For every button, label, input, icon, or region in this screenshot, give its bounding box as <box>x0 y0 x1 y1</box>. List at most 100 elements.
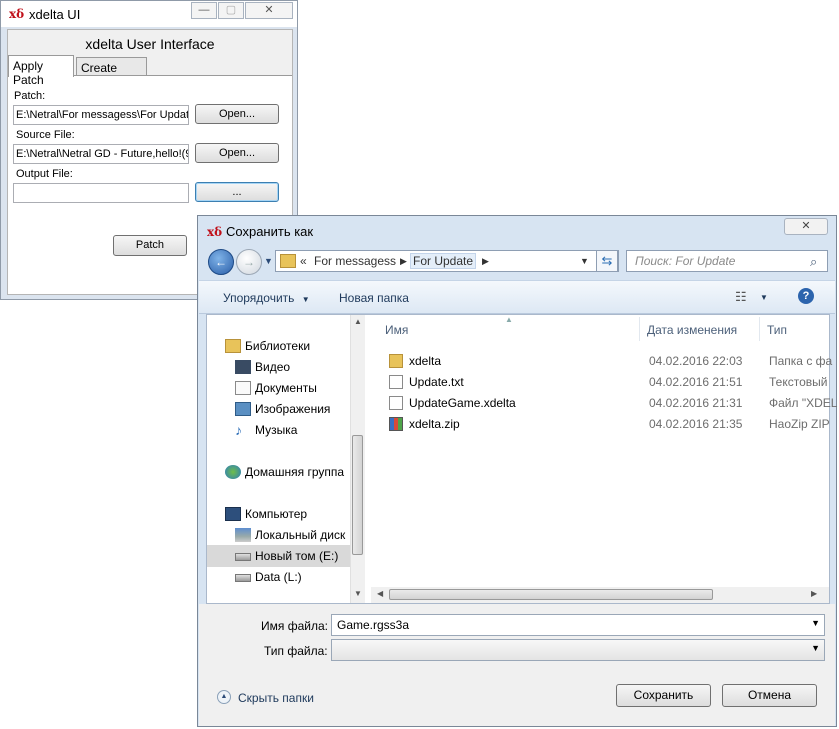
view-options-icon[interactable]: ☷ <box>735 289 747 305</box>
column-header-name[interactable]: Имя <box>385 323 408 337</box>
file-type: Папка с фа <box>769 354 833 368</box>
file-row[interactable]: Update.txt 04.02.2016 21:51 Текстовый <box>381 372 831 392</box>
breadcrumb-chevron-icon[interactable]: ▶ <box>400 256 407 267</box>
nav-label: Документы <box>255 381 317 395</box>
output-browse-button[interactable]: ... <box>195 182 279 202</box>
patch-button[interactable]: Patch <box>113 235 187 256</box>
source-file-label: Source File: <box>16 129 75 141</box>
nav-label: Data (L:) <box>255 570 302 584</box>
dialog-bottom-area: Имя файла: Game.rgss3a ▼ Тип файла: ▼ ▲ … <box>199 604 835 726</box>
hscroll-thumb[interactable] <box>389 589 713 600</box>
filetype-select[interactable]: ▼ <box>331 639 825 661</box>
drive-icon <box>235 553 251 561</box>
maximize-button[interactable]: ▢ <box>218 2 244 19</box>
output-file-field[interactable] <box>13 183 189 203</box>
view-chevron-down-icon[interactable]: ▼ <box>760 293 768 302</box>
nav-label: Домашняя группа <box>245 465 345 479</box>
file-date: 04.02.2016 21:31 <box>649 396 743 410</box>
file-list-hscrollbar[interactable]: ◀ ▶ <box>371 587 829 603</box>
filename-input[interactable]: Game.rgss3a ▼ <box>331 614 825 636</box>
video-icon <box>235 360 251 374</box>
dialog-title: Сохранить как <box>226 224 314 239</box>
search-icon[interactable]: ⌕ <box>810 254 817 270</box>
scroll-right-icon[interactable]: ▶ <box>811 589 817 598</box>
back-button[interactable]: ← <box>208 249 234 275</box>
images-icon <box>235 402 251 416</box>
file-date: 04.02.2016 22:03 <box>649 354 743 368</box>
filetype-dropdown-icon[interactable]: ▼ <box>811 643 820 653</box>
scroll-left-icon[interactable]: ◀ <box>377 589 383 598</box>
xdelta-window-title: xdelta UI <box>29 7 81 22</box>
refresh-button[interactable]: ⇆ <box>596 250 618 272</box>
drive-icon <box>235 574 251 582</box>
breadcrumb-overflow[interactable]: « <box>300 254 307 268</box>
scroll-thumb[interactable] <box>352 435 363 555</box>
patch-label: Patch: <box>14 90 46 102</box>
nav-label: Библиотеки <box>245 339 311 353</box>
dialog-app-icon: xδ <box>207 225 223 239</box>
file-row[interactable]: UpdateGame.xdelta 04.02.2016 21:31 Файл … <box>381 393 837 413</box>
refresh-icon: ⇆ <box>601 253 613 268</box>
hide-folders-button[interactable]: Скрыть папки <box>238 691 314 705</box>
xdelta-titlebar[interactable]: xδ xdelta UI — ▢ ✕ <box>1 1 297 27</box>
organize-button[interactable]: Упорядочить ▼ <box>223 291 310 305</box>
local-disk-icon <box>235 528 251 542</box>
hide-folders-icon[interactable]: ▲ <box>217 690 231 704</box>
column-header-type[interactable]: Тип <box>767 323 787 337</box>
forward-button[interactable]: → <box>236 249 262 275</box>
filename-dropdown-icon[interactable]: ▼ <box>811 618 820 628</box>
scroll-up-icon[interactable]: ▲ <box>354 317 362 326</box>
filename-value: Game.rgss3a <box>337 618 410 632</box>
nav-label: Изображения <box>255 402 331 416</box>
source-open-button[interactable]: Open... <box>195 143 279 163</box>
cancel-button[interactable]: Отмена <box>722 684 817 707</box>
file-name: Update.txt <box>409 375 464 389</box>
nav-label: Музыка <box>255 423 298 437</box>
patch-path-field[interactable]: E:\Netral\For messagess\For Update <box>13 105 189 125</box>
dialog-close-button[interactable]: ✕ <box>784 218 828 235</box>
music-icon: ♪ <box>235 422 242 438</box>
search-input[interactable]: Поиск: For Update <box>626 250 828 272</box>
text-file-icon <box>389 375 403 389</box>
column-header-date[interactable]: Дата изменения <box>647 323 737 337</box>
column-divider[interactable] <box>759 317 760 341</box>
dialog-body: Библиотеки Видео Документы Изображения ♪… <box>206 314 837 604</box>
new-folder-button[interactable]: Новая папка <box>339 291 409 305</box>
minimize-button[interactable]: — <box>191 2 217 19</box>
close-button[interactable]: ✕ <box>245 2 293 19</box>
file-type: Файл "XDEL <box>769 396 838 410</box>
documents-icon <box>235 381 251 395</box>
sort-arrow-icon: ▲ <box>505 315 513 324</box>
file-name: UpdateGame.xdelta <box>409 396 516 410</box>
tab-apply-patch[interactable]: Apply Patch <box>8 55 74 87</box>
breadcrumb-for-messagess[interactable]: For messagess <box>314 254 396 268</box>
save-as-dialog: xδ Сохранить как ✕ ← → ▼ « For messagess… <box>197 215 837 727</box>
back-arrow-icon: ← <box>215 255 227 269</box>
forward-arrow-icon: → <box>243 255 255 269</box>
nav-label: Новый том (E:) <box>255 549 339 563</box>
computer-icon <box>225 507 241 521</box>
file-row[interactable]: xdelta 04.02.2016 22:03 Папка с фа <box>381 351 832 371</box>
save-button[interactable]: Сохранить <box>616 684 711 707</box>
file-row[interactable]: xdelta.zip 04.02.2016 21:35 HaoZip ZIP <box>381 414 831 434</box>
address-dropdown-icon[interactable]: ▼ <box>580 256 589 266</box>
libraries-icon <box>225 339 241 353</box>
help-icon[interactable]: ? <box>798 288 814 304</box>
chevron-down-icon: ▼ <box>301 295 310 304</box>
filetype-label: Тип файла: <box>264 644 328 658</box>
source-file-field[interactable]: E:\Netral\Netral GD - Future,hello!(9 <box>13 144 189 164</box>
nav-scrollbar[interactable]: ▲ ▼ <box>350 315 365 603</box>
address-bar[interactable]: « For messagess ▶ For Update ▶ ▼ <box>275 250 619 272</box>
breadcrumb-chevron-icon[interactable]: ▶ <box>482 256 489 267</box>
patch-open-button[interactable]: Open... <box>195 104 279 124</box>
tab-create-patch[interactable]: Create Patch <box>76 57 147 89</box>
file-date: 04.02.2016 21:35 <box>649 417 743 431</box>
file-name: xdelta.zip <box>409 417 460 431</box>
navigation-pane: Библиотеки Видео Документы Изображения ♪… <box>207 315 365 603</box>
column-divider[interactable] <box>639 317 640 341</box>
xdelta-header: xdelta User Interface <box>85 36 215 52</box>
scroll-down-icon[interactable]: ▼ <box>354 589 362 598</box>
recent-locations-chevron-icon[interactable]: ▼ <box>264 256 273 266</box>
breadcrumb-for-update[interactable]: For Update <box>410 253 477 269</box>
file-name: xdelta <box>409 354 442 368</box>
